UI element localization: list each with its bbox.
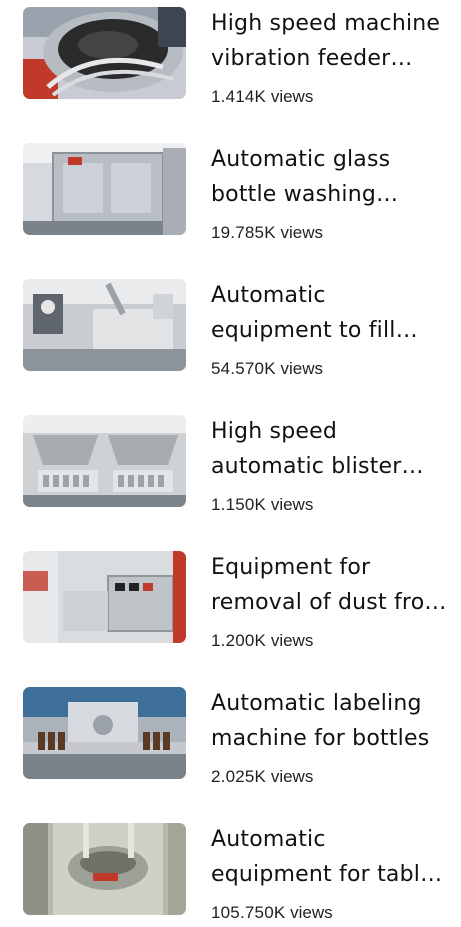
video-title[interactable]: Equipment for removal of dust from table…: [211, 550, 447, 620]
video-title[interactable]: Automatic equipment to fill capsules: [211, 278, 447, 348]
tablet-press-image: [23, 823, 186, 915]
video-card[interactable]: Automatic equipment for tablet pressing …: [0, 816, 461, 926]
view-count: 1.150K views: [211, 495, 314, 514]
video-title[interactable]: Automatic glass bottle washing machine: [211, 142, 447, 212]
video-card[interactable]: Automatic labeling machine for bottles 2…: [0, 680, 461, 790]
video-card[interactable]: Equipment for removal of dust from table…: [0, 544, 461, 654]
tablet-press-thumbnail[interactable]: [23, 823, 186, 915]
capsule-filling-image: [23, 279, 186, 371]
labeling-machine-thumbnail[interactable]: [23, 687, 186, 779]
view-count: 1.200K views: [211, 631, 314, 650]
view-count: 1.414K views: [211, 87, 314, 106]
video-card[interactable]: Automatic equipment to fill capsules 54.…: [0, 272, 461, 382]
bottle-washing-image: [23, 143, 186, 235]
vibration-bowl-thumbnail[interactable]: [23, 7, 186, 99]
capsule-filling-thumbnail[interactable]: [23, 279, 186, 371]
video-title[interactable]: High speed automatic blister packing: [211, 414, 447, 484]
view-count: 105.750K views: [211, 903, 333, 922]
bottle-washing-thumbnail[interactable]: [23, 143, 186, 235]
video-card[interactable]: High speed machine vibration feeder bowl…: [0, 0, 461, 110]
video-card[interactable]: Automatic glass bottle washing machine 1…: [0, 136, 461, 246]
video-title[interactable]: High speed machine vibration feeder bowl: [211, 6, 447, 76]
video-list: High speed machine vibration feeder bowl…: [0, 0, 461, 927]
labeling-machine-image: [23, 687, 186, 779]
view-count: 2.025K views: [211, 767, 314, 786]
video-card[interactable]: High speed automatic blister packing 1.1…: [0, 408, 461, 518]
view-count: 54.570K views: [211, 359, 323, 378]
blister-packing-image: [23, 415, 186, 507]
video-title[interactable]: Automatic labeling machine for bottles: [211, 686, 447, 756]
blister-packing-thumbnail[interactable]: [23, 415, 186, 507]
dust-removal-image: [23, 551, 186, 643]
dust-removal-thumbnail[interactable]: [23, 551, 186, 643]
video-title[interactable]: Automatic equipment for tablet pressing: [211, 822, 447, 892]
view-count: 19.785K views: [211, 223, 323, 242]
vibration-bowl-image: [23, 7, 186, 99]
